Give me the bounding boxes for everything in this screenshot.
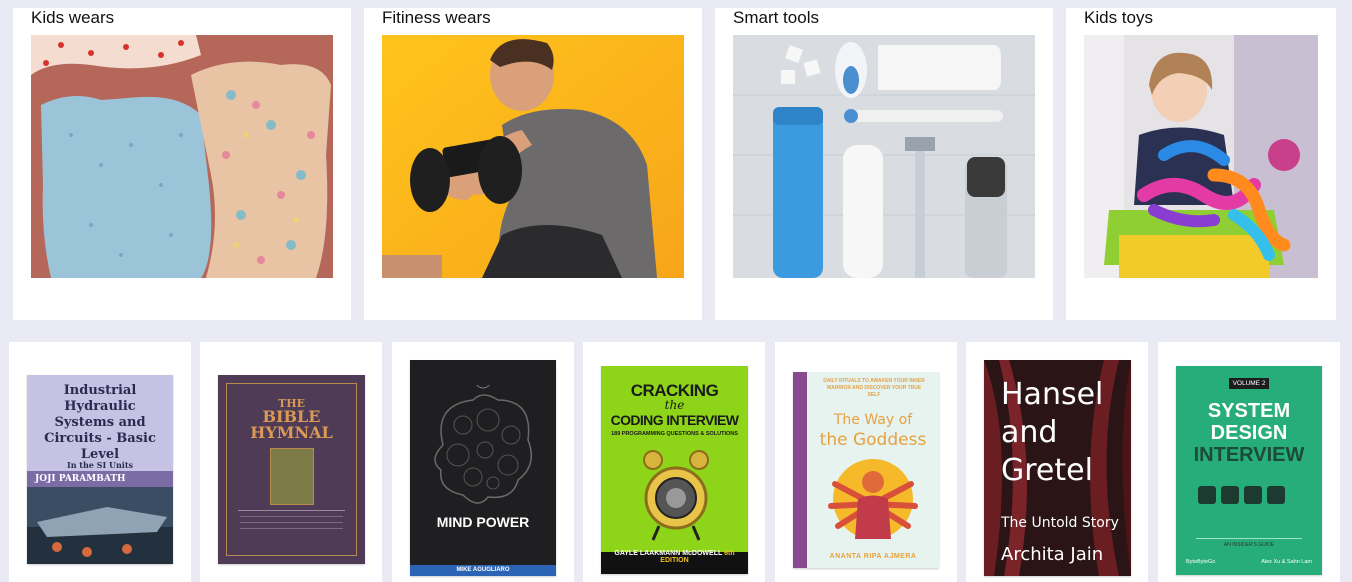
kids-wears-image[interactable] <box>31 35 333 278</box>
book-author: ANANTA RIPA AJMERA <box>829 553 917 560</box>
category-card-kids-wears[interactable]: Kids wears <box>13 8 351 320</box>
book-authors: Alex Xu & Sahn Lam <box>1261 559 1312 565</box>
book-subtitle: The Untold Story <box>1001 515 1119 531</box>
book-cover-system-design[interactable]: VOLUME 2 SYSTEM DESIGN INTERVIEW AN INSI… <box>1176 366 1322 575</box>
book-subtitle: AN INSIDER'S GUIDE <box>1223 542 1275 548</box>
book-volume: VOLUME 2 <box>1229 378 1269 389</box>
book-card[interactable]: VOLUME 2 SYSTEM DESIGN INTERVIEW AN INSI… <box>1158 342 1340 582</box>
fitness-wears-image[interactable] <box>382 35 684 278</box>
book-card[interactable]: THE BIBLE HYMNAL <box>200 342 382 582</box>
cover-illustration <box>270 448 314 505</box>
book-title-line1: Hansel <box>1001 377 1104 412</box>
book-title: Industrial Hydraulic Systems and Circuit… <box>44 383 156 462</box>
category-title: Fitiness wears <box>382 8 491 27</box>
book-title-line2: the Goddess <box>819 430 927 450</box>
cover-icons <box>1198 486 1285 509</box>
book-card[interactable]: Industrial Hydraulic Systems and Circuit… <box>9 342 191 582</box>
category-card-smart-tools[interactable]: Smart tools <box>715 8 1053 320</box>
book-cover-hansel-gretel[interactable]: Hansel and Gretel The Untold Story Archi… <box>984 360 1131 576</box>
book-cover-way-of-goddess[interactable]: DAILY RITUALS TO AWAKEN YOUR INNER WARRI… <box>793 372 939 568</box>
book-cover-cracking-coding[interactable]: CRACKING the CODING INTERVIEW 189 PROGRA… <box>601 366 748 574</box>
book-card[interactable]: CRACKING the CODING INTERVIEW 189 PROGRA… <box>583 342 765 582</box>
book-cover-mind-power[interactable]: MIND POWER MIKE AGUGLIARO <box>410 360 556 576</box>
category-card-fitness-wears[interactable]: Fitiness wears <box>364 8 702 320</box>
book-subtitle: In the SI Units <box>66 460 134 470</box>
book-publisher: ByteByteGo <box>1186 559 1216 565</box>
book-tagline: DAILY RITUALS TO AWAKEN YOUR INNER WARRI… <box>823 378 925 398</box>
book-title-line1: The Way of <box>833 412 913 428</box>
category-title: Kids toys <box>1084 8 1153 27</box>
smart-tools-image[interactable] <box>733 35 1035 278</box>
book-card[interactable]: DAILY RITUALS TO AWAKEN YOUR INNER WARRI… <box>775 342 957 582</box>
book-card[interactable]: MIND POWER MIKE AGUGLIARO <box>392 342 574 582</box>
book-author: GAYLE LAAKMANN McDOWELL 6th EDITION <box>614 550 735 564</box>
book-author: JOJI PARAMBATH <box>27 471 173 487</box>
book-subtitle: 189 PROGRAMMING QUESTIONS & SOLUTIONS <box>611 431 738 437</box>
book-cover-hydraulic[interactable]: Industrial Hydraulic Systems and Circuit… <box>27 375 173 564</box>
book-title-line2: the <box>664 398 685 412</box>
book-title-line3: Gretel <box>1001 453 1093 488</box>
category-card-kids-toys[interactable]: Kids toys <box>1066 8 1336 320</box>
book-title-line2: and <box>1001 415 1058 450</box>
book-title-line3: HYMNAL <box>250 423 333 442</box>
book-author: Archita Jain <box>1001 544 1104 565</box>
book-author: MIKE AGUGLIARO <box>410 565 556 576</box>
kids-toys-image[interactable] <box>1084 35 1318 278</box>
book-title-line3: CODING INTERVIEW <box>610 412 739 428</box>
category-title: Kids wears <box>31 8 115 27</box>
book-title: MIND POWER <box>436 514 530 530</box>
book-cover-bible-hymnal[interactable]: THE BIBLE HYMNAL <box>218 375 365 564</box>
book-card[interactable]: Hansel and Gretel The Untold Story Archi… <box>966 342 1148 582</box>
book-title-line3: INTERVIEW <box>1193 444 1305 466</box>
book-title-line1: SYSTEM <box>1207 400 1291 422</box>
category-title: Smart tools <box>733 8 819 27</box>
book-title-line2: DESIGN <box>1210 422 1288 444</box>
